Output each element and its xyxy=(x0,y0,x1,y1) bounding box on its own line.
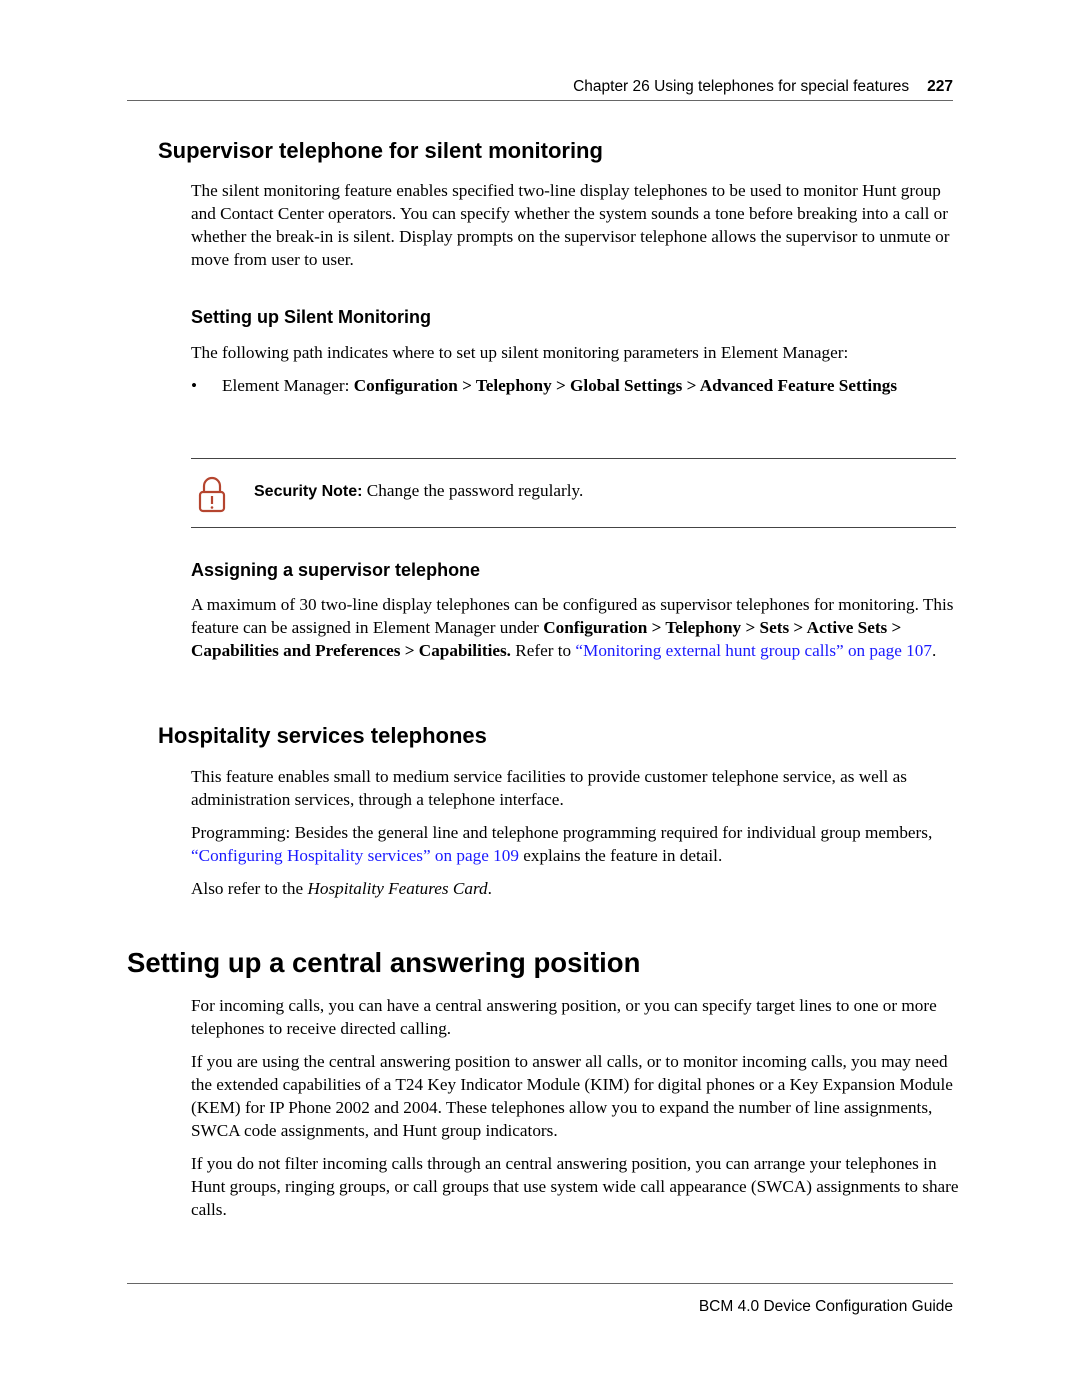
paragraph-silent-monitoring: The silent monitoring feature enables sp… xyxy=(191,181,950,269)
running-header: Chapter 26 Using telephones for special … xyxy=(573,78,953,96)
card-end: . xyxy=(487,879,492,898)
page-footer: BCM 4.0 Device Configuration Guide xyxy=(127,1283,953,1315)
bullet-prefix: Element Manager: xyxy=(222,376,354,395)
assign-end: . xyxy=(931,641,937,660)
page-number: 227 xyxy=(927,78,953,95)
heading-hospitality-services: Hospitality services telephones xyxy=(158,723,487,748)
security-note-label: Security Note: xyxy=(254,483,363,500)
card-text: Also refer to the xyxy=(191,879,308,898)
page-header: Chapter 26 Using telephones for special … xyxy=(127,78,953,101)
paragraph-hospitality-programming: Programming: Besides the general line an… xyxy=(191,821,961,867)
paragraph-central-intro: For incoming calls, you can have a centr… xyxy=(191,996,937,1038)
document-title: BCM 4.0 Device Configuration Guide xyxy=(698,1298,953,1315)
security-note-message: Change the password regularly. xyxy=(362,481,584,500)
heading-setting-up-silent-monitoring: Setting up Silent Monitoring xyxy=(191,307,431,327)
security-note-box: Security Note: Change the password regul… xyxy=(191,458,956,528)
paragraph-assigning-supervisor: A maximum of 30 two-line display telepho… xyxy=(191,593,961,662)
padlock-warning-icon xyxy=(198,476,226,513)
link-monitoring-external-hunt-group[interactable]: “Monitoring external hunt group calls” o… xyxy=(575,641,932,660)
programming-text: Programming: Besides the general line an… xyxy=(191,823,933,842)
assign-refer: Refer to xyxy=(510,641,576,660)
card-title: Hospitality Features Card xyxy=(307,879,488,898)
heading-central-answering-position: Setting up a central answering position xyxy=(127,947,641,978)
security-note-text: Security Note: Change the password regul… xyxy=(254,481,583,501)
paragraph-setup-path-intro: The following path indicates where to se… xyxy=(191,343,849,362)
menu-path: Configuration > Telephony > Global Setti… xyxy=(353,376,898,395)
heading-supervisor-telephone: Supervisor telephone for silent monitori… xyxy=(158,138,603,163)
paragraph-central-kim-kem: If you are using the central answering p… xyxy=(191,1052,953,1140)
paragraph-hospitality-intro: This feature enables small to medium ser… xyxy=(191,767,907,809)
bullet-symbol: • xyxy=(191,376,198,395)
programming-end: explains the feature in detail. xyxy=(518,846,723,865)
link-configuring-hospitality-services[interactable]: “Configuring Hospitality services” on pa… xyxy=(191,846,519,865)
paragraph-hospitality-card: Also refer to the Hospitality Features C… xyxy=(191,877,961,900)
heading-assigning-supervisor-telephone: Assigning a supervisor telephone xyxy=(191,560,481,580)
paragraph-central-swca: If you do not filter incoming calls thro… xyxy=(191,1154,959,1219)
chapter-title: Chapter 26 Using telephones for special … xyxy=(573,78,910,95)
